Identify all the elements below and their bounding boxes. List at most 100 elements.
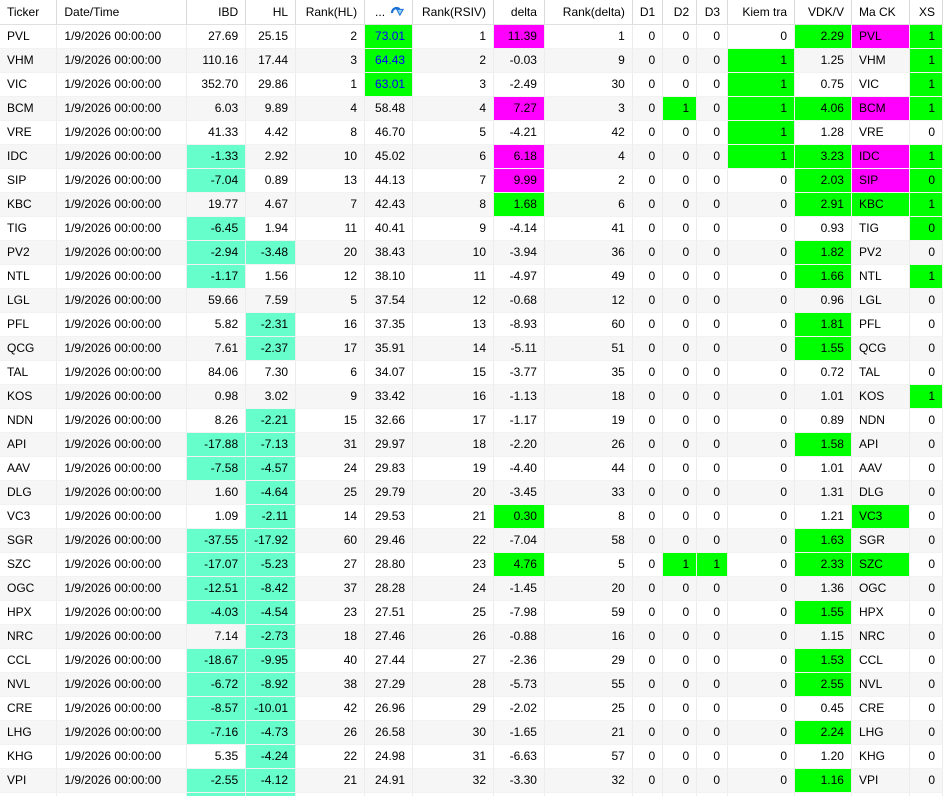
table-row-SGR[interactable]: SGR 1/9/2026 00:00:00 -37.55 -17.92 60 29.46 2… [0, 528, 943, 553]
table-row-NRC[interactable]: NRC 1/9/2026 00:00:00 7.14 -2.73 18 27.46 26 -0… [0, 624, 943, 649]
cell-vdk_v: 1.66 [794, 264, 852, 289]
table-row-DLG[interactable]: DLG 1/9/2026 00:00:00 1.60 -4.64 25 29.79 20 -3… [0, 480, 943, 505]
cell-rank_rsiv: 23 [412, 552, 495, 577]
column-header-rsiv[interactable]: ... [364, 0, 414, 25]
cell-d1: 0 [632, 216, 664, 241]
cell-datetime: 1/9/2026 00:00:00 [56, 24, 188, 49]
table-row-AAV[interactable]: AAV 1/9/2026 00:00:00 -7.58 -4.57 24 29.83 19-… [0, 456, 943, 481]
cell-rank_rsiv: 8 [412, 192, 495, 217]
cell-datetime: 1/9/2026 00:00:00 [56, 72, 188, 97]
column-header-xs[interactable]: XS [909, 0, 943, 25]
cell-d2: 0 [662, 240, 698, 265]
column-header-ibd[interactable]: IBD [186, 0, 247, 25]
cell-rank_rsiv: 25 [412, 600, 495, 625]
table-row-HPX[interactable]: HPX 1/9/2026 00:00:00 -4.03 -4.54 23 27.51 25-… [0, 600, 943, 625]
column-header-d1[interactable]: D1 [632, 0, 664, 25]
table-row-VC3[interactable]: VC3 1/9/2026 00:00:00 1.09 -2.11 14 29.53 21 0.… [0, 504, 943, 529]
column-header-kiem_tra[interactable]: Kiem tra [727, 0, 796, 25]
table-row-PVL[interactable]: PVL 1/9/2026 00:00:00 27.69 25.15 2 73.01 1 11.… [0, 24, 943, 49]
cell-vdk_v: 1.16 [794, 768, 852, 793]
table-row-API[interactable]: API 1/9/2026 00:00:00 -17.88 -7.13 31 29.97 18… [0, 432, 943, 457]
column-header-rank_delta[interactable]: Rank(delta) [544, 0, 633, 25]
table-row-BCM[interactable]: BCM 1/9/2026 00:00:00 6.03 9.89 4 58.48 4 7.27 3… [0, 96, 943, 121]
cell-rsiv: 58.48 [364, 96, 414, 121]
table-row-SIP[interactable]: SIP 1/9/2026 00:00:00 -7.04 0.89 13 44.13 7 9.9… [0, 168, 943, 193]
table-row-IDC[interactable]: IDC 1/9/2026 00:00:00 -1.33 2.92 10 45.02 6 6.1… [0, 144, 943, 169]
table-row-VHM[interactable]: VHM 1/9/2026 00:00:00 110.16 17.44 3 64.43 2 -0… [0, 48, 943, 73]
cell-kiem_tra: 0 [727, 360, 796, 385]
cell-ticker: NRC [0, 624, 58, 649]
table-row-QCG[interactable]: QCG 1/9/2026 00:00:00 7.61 -2.37 17 35.91 14 -5… [0, 336, 943, 361]
cell-rank_rsiv: 18 [412, 432, 495, 457]
cell-d2: 0 [662, 48, 698, 73]
cell-vdk_v: 1.55 [794, 336, 852, 361]
cell-kiem_tra: 0 [727, 264, 796, 289]
column-header-vdk_v[interactable]: VDK/V [794, 0, 852, 25]
cell-datetime: 1/9/2026 00:00:00 [56, 48, 188, 73]
cell-d1: 0 [632, 384, 664, 409]
table-row-SZC[interactable]: SZC 1/9/2026 00:00:00 -17.07 -5.23 27 28.80 23… [0, 552, 943, 577]
cell-ma_ck: NVL [851, 672, 910, 697]
cell-d3: 0 [696, 432, 729, 457]
table-row-TIG[interactable]: TIG 1/9/2026 00:00:00 -6.45 1.94 11 40.41 9 -4.… [0, 216, 943, 241]
table-row-NDN[interactable]: NDN 1/9/2026 00:00:00 8.26 -2.21 15 32.66 17 -1… [0, 408, 943, 433]
cell-rank_delta: 41 [544, 216, 633, 241]
cell-rank_rsiv: 11 [412, 264, 495, 289]
cell-kiem_tra: 0 [727, 24, 796, 49]
cell-ticker: VHM [0, 48, 58, 73]
table-row-partial[interactable] [0, 792, 943, 796]
cell-datetime: 1/9/2026 00:00:00 [56, 96, 188, 121]
cell-d2: 0 [662, 768, 698, 793]
cell-rank_delta: 55 [544, 672, 633, 697]
cell-ticker: IDC [0, 144, 58, 169]
table-row-CRE[interactable]: CRE 1/9/2026 00:00:00 -8.57 -10.01 42 26.96 29… [0, 696, 943, 721]
cell-d3: 0 [696, 336, 729, 361]
cell-d1: 0 [632, 240, 664, 265]
column-header-delta[interactable]: delta [493, 0, 545, 25]
cell-datetime: 1/9/2026 00:00:00 [56, 288, 188, 313]
column-header-rank_rsiv[interactable]: Rank(RSIV) [412, 0, 495, 25]
table-row-CCL[interactable]: CCL 1/9/2026 00:00:00 -18.67 -9.95 40 27.44 27… [0, 648, 943, 673]
column-header-d3[interactable]: D3 [696, 0, 729, 25]
column-header-datetime[interactable]: Date/Time [56, 0, 188, 25]
cell-d1: 0 [632, 408, 664, 433]
cell-ticker: TIG [0, 216, 58, 241]
column-header-hl[interactable]: HL [245, 0, 297, 25]
table-row-NTL[interactable]: NTL 1/9/2026 00:00:00 -1.17 1.56 12 38.10 11 -4… [0, 264, 943, 289]
cell-d2: 0 [662, 360, 698, 385]
column-header-d2[interactable]: D2 [662, 0, 698, 25]
cell-rank_hl: 25 [295, 480, 366, 505]
cell-vdk_v: 1.01 [794, 456, 852, 481]
cell-datetime: 1/9/2026 00:00:00 [56, 144, 188, 169]
table-row-KOS[interactable]: KOS 1/9/2026 00:00:00 0.98 3.02 9 33.42 16 -1.1… [0, 384, 943, 409]
cell-rsiv: 24.98 [364, 744, 414, 769]
cell-rank_delta: 58 [544, 528, 633, 553]
column-header-rank_hl[interactable]: Rank(HL) [295, 0, 366, 25]
column-header-ma_ck[interactable]: Ma CK [851, 0, 910, 25]
table-row-NVL[interactable]: NVL 1/9/2026 00:00:00 -6.72 -8.92 38 27.29 28-… [0, 672, 943, 697]
table-row-TAL[interactable]: TAL 1/9/2026 00:00:00 84.06 7.30 6 34.07 15 -3.… [0, 360, 943, 385]
cell-xs: 0 [909, 336, 943, 361]
cell-datetime: 1/9/2026 00:00:00 [56, 216, 188, 241]
cell-rank_hl: 9 [295, 384, 366, 409]
table-row-VIC[interactable]: VIC 1/9/2026 00:00:00 352.70 29.86 1 63.01 3 -2… [0, 72, 943, 97]
table-row-VPI[interactable]: VPI 1/9/2026 00:00:00 -2.55 -4.12 21 24.91 32-… [0, 768, 943, 793]
table-row-LGL[interactable]: LGL 1/9/2026 00:00:00 59.66 7.59 5 37.54 12 -0.… [0, 288, 943, 313]
table-row-KBC[interactable]: KBC 1/9/2026 00:00:00 19.77 4.67 7 42.43 8 1.68… [0, 192, 943, 217]
cell-d3: 0 [696, 120, 729, 145]
cell-rank_hl: 60 [295, 528, 366, 553]
table-row-VRE[interactable]: VRE 1/9/2026 00:00:00 41.33 4.42 8 46.70 5 -4.2… [0, 120, 943, 145]
cell-vdk_v: 1.58 [794, 432, 852, 457]
table-row-PFL[interactable]: PFL 1/9/2026 00:00:00 5.82 -2.31 16 37.35 13 -8… [0, 312, 943, 337]
cell-datetime: 1/9/2026 00:00:00 [56, 384, 188, 409]
column-header-ticker[interactable]: Ticker [0, 0, 58, 25]
cell-rank_rsiv: 7 [412, 168, 495, 193]
cell-vdk_v: 1.55 [794, 600, 852, 625]
table-row-LHG[interactable]: LHG 1/9/2026 00:00:00 -7.16 -4.73 26 26.58 30-… [0, 720, 943, 745]
cell-d3: 0 [696, 240, 729, 265]
cell-hl: 3.02 [245, 384, 297, 409]
table-row-PV2[interactable]: PV2 1/9/2026 00:00:00 -2.94 -3.48 20 38.43 10-… [0, 240, 943, 265]
table-row-OGC[interactable]: OGC 1/9/2026 00:00:00 -12.51 -8.42 37 28.28 24… [0, 576, 943, 601]
cell-ma_ck: VC3 [851, 504, 910, 529]
table-row-KHG[interactable]: KHG 1/9/2026 00:00:00 5.35 -4.24 22 24.98 31 -6… [0, 744, 943, 769]
